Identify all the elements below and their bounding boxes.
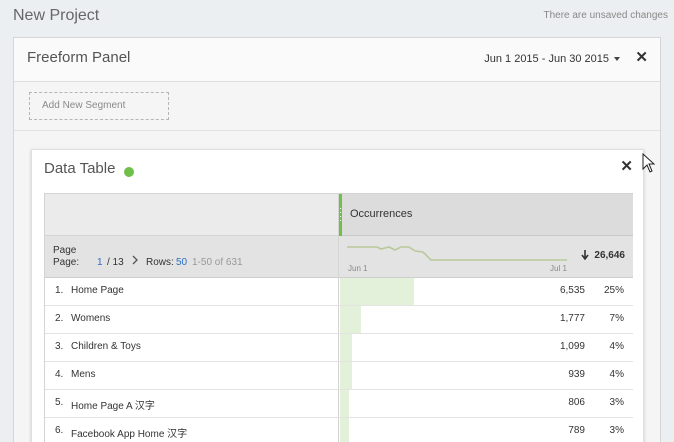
metric-bar [340,390,349,417]
row-number: 1. [55,285,64,296]
rows-label: Rows: [146,257,174,268]
metric-bar [340,418,349,442]
status-dot-icon[interactable] [124,167,134,177]
chevron-right-icon[interactable] [132,255,139,268]
data-table-visualization: Data Table ✕ Occurrences Page Page: 1 / … [31,149,644,442]
row-number: 5. [55,397,64,408]
dimension-cell[interactable]: 4. Mens [45,362,339,389]
trend-sparkline [347,246,567,261]
row-number: 3. [55,341,64,352]
metric-value: 806 [568,397,585,408]
metric-percent: 3% [609,397,624,408]
metric-header-label: Occurrences [350,208,413,220]
add-new-segment-button[interactable]: Add New Segment [29,92,169,120]
row-range-info: 1-50 of 631 [192,257,243,268]
dimension-item-name[interactable]: Children & Toys [71,341,141,352]
metric-bar [340,306,361,333]
sort-descending-icon[interactable] [581,250,589,260]
project-header: New Project There are unsaved changes [0,0,674,36]
project-title[interactable]: New Project [13,7,99,25]
table-row[interactable]: 6. Facebook App Home 汉字 789 3% [45,418,633,442]
dimension-cell[interactable]: 3. Children & Toys [45,334,339,361]
metric-percent: 3% [609,425,624,436]
date-range-picker[interactable]: Jun 1 2015 - Jun 30 2015 [484,53,620,65]
metric-bar [340,362,352,389]
pagination-label: Page: [53,257,80,268]
caret-down-icon [614,57,620,62]
metric-bar [340,334,352,361]
summary-dimension-cell: Page Page: 1 / 13 Rows: 50 1-50 of 631 [45,236,339,278]
drag-handle-icon[interactable] [339,194,342,236]
metric-value: 789 [568,425,585,436]
dimension-label: Page [53,245,77,256]
dimension-cell[interactable]: 5. Home Page A 汉字 [45,390,339,417]
metric-percent: 7% [609,313,624,324]
panel-header: Freeform Panel Jun 1 2015 - Jun 30 2015 … [14,38,660,82]
visualization-close-button[interactable]: ✕ [620,157,633,175]
table-row[interactable]: 3. Children & Toys 1,099 4% [45,334,633,362]
total-pages: / 13 [107,257,124,268]
dimension-item-name[interactable]: Facebook App Home 汉字 [71,425,187,440]
unsaved-changes-notice: There are unsaved changes [543,10,668,21]
segment-drop-zone: Add New Segment [14,83,660,131]
mouse-cursor-icon [642,153,656,173]
table-row[interactable]: 4. Mens 939 4% [45,362,633,390]
dimension-cell[interactable]: 1. Home Page [45,278,339,305]
trend-start-label: Jun 1 [348,264,368,273]
metric-percent: 4% [609,341,624,352]
freeform-table: Occurrences Page Page: 1 / 13 Rows: 50 1… [44,193,633,442]
metric-value: 1,777 [559,313,585,324]
table-row[interactable]: 5. Home Page A 汉字 806 3% [45,390,633,418]
panel-title[interactable]: Freeform Panel [27,49,130,66]
rows-per-page-select[interactable]: 50 [176,257,187,268]
metric-value: 939 [568,369,585,380]
dimension-item-name[interactable]: Home Page A 汉字 [71,397,155,412]
date-range-label: Jun 1 2015 - Jun 30 2015 [484,53,609,65]
dimension-item-name[interactable]: Home Page [71,285,124,296]
metric-value: 6,535 [559,285,585,296]
current-page-input[interactable]: 1 [97,257,103,268]
trend-end-label: Jul 1 [550,264,567,273]
metric-percent: 4% [609,369,624,380]
summary-metric-cell: Jun 1 Jul 1 26,646 [339,236,633,278]
metric-bar [340,278,414,305]
row-number: 2. [55,313,64,324]
row-number: 4. [55,369,64,380]
metric-total: 26,646 [594,250,625,261]
panel-close-button[interactable]: ✕ [635,50,648,66]
table-row[interactable]: 1. Home Page 6,535 25% [45,278,633,306]
metric-value: 1,099 [559,341,585,352]
dimension-cell[interactable]: 2. Womens [45,306,339,333]
row-number: 6. [55,425,64,436]
freeform-panel: Freeform Panel Jun 1 2015 - Jun 30 2015 … [13,37,661,442]
dimension-item-name[interactable]: Mens [71,369,95,380]
metric-percent: 25% [603,285,624,296]
visualization-title[interactable]: Data Table [44,160,115,177]
metric-header-occurrences[interactable]: Occurrences [339,194,633,236]
dimension-item-name[interactable]: Womens [71,313,110,324]
table-row[interactable]: 2. Womens 1,777 7% [45,306,633,334]
dimension-header [45,194,339,236]
dimension-cell[interactable]: 6. Facebook App Home 汉字 [45,418,339,442]
